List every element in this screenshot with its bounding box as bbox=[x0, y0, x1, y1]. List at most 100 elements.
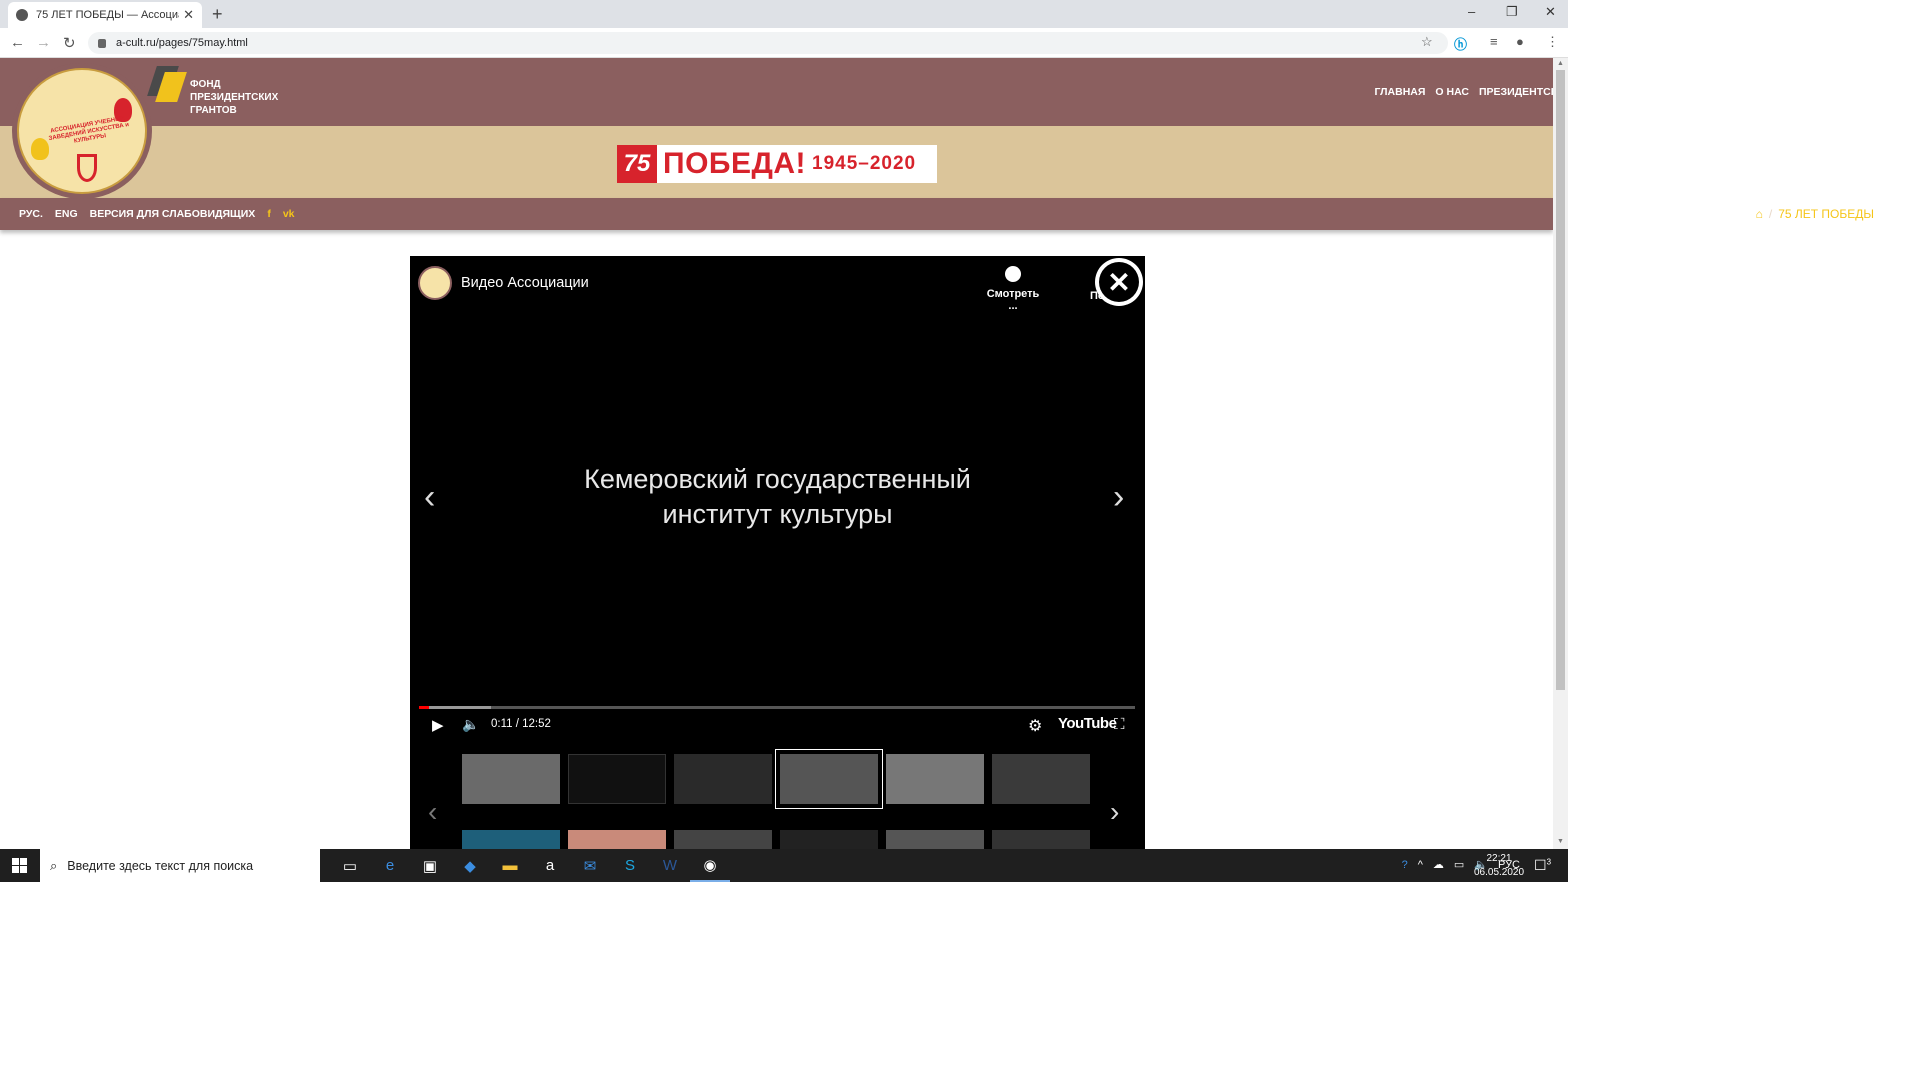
playlist-thumbnail-selected[interactable] bbox=[775, 749, 883, 809]
next-arrow-icon[interactable]: › bbox=[1113, 478, 1124, 517]
tray-chevron-icon[interactable]: ^ bbox=[1418, 859, 1423, 871]
notification-count: 3 bbox=[1546, 857, 1552, 867]
playlist-thumbnail[interactable] bbox=[462, 754, 560, 804]
facebook-icon[interactable]: f bbox=[267, 208, 271, 220]
playlist-thumbnail[interactable] bbox=[780, 830, 878, 849]
accessibility-link[interactable]: ВЕРСИЯ ДЛЯ СЛАБОВИДЯЩИХ bbox=[90, 208, 256, 220]
logo-text: АССОЦИАЦИЯ УЧЕБНЫХ ЗАВЕДЕНИЙ ИСКУССТВА и… bbox=[48, 115, 130, 145]
caption-line-2: институт культуры bbox=[662, 499, 893, 529]
watch-later-button[interactable]: Смотреть ... bbox=[981, 266, 1045, 312]
network-icon[interactable]: ▭ bbox=[1454, 858, 1464, 871]
forward-icon[interactable]: → bbox=[36, 34, 51, 51]
presidential-grants-fund-logo[interactable]: ФОНД ПРЕЗИДЕНТСКИХ ГРАНТОВ bbox=[147, 66, 279, 117]
scroll-down-icon[interactable]: ▼ bbox=[1557, 838, 1564, 845]
lang-en[interactable]: ENG bbox=[55, 208, 78, 220]
notifications-button[interactable]: ☐3 bbox=[1534, 857, 1551, 874]
thumbs-next-icon[interactable]: › bbox=[1110, 796, 1119, 828]
chrome-icon[interactable]: ◉ bbox=[690, 849, 730, 882]
page-scrollbar[interactable]: ▲ ▼ bbox=[1553, 58, 1568, 849]
nav-about[interactable]: О НАС bbox=[1435, 86, 1469, 98]
help-icon[interactable]: ? bbox=[1402, 859, 1408, 871]
channel-avatar[interactable] bbox=[418, 266, 452, 300]
channel-name[interactable]: Видео Ассоциации bbox=[461, 275, 589, 291]
store-icon[interactable]: ▣ bbox=[410, 849, 450, 882]
nav-grant[interactable]: ПРЕЗИДЕНТСКИЙ ГРАНТ bbox=[1479, 86, 1609, 98]
home-icon[interactable]: ⌂ bbox=[1756, 207, 1763, 221]
playlist-thumbnail[interactable] bbox=[992, 830, 1090, 849]
hp-extension-icon[interactable]: ⓗ bbox=[1454, 34, 1467, 53]
restore-icon[interactable]: ❐ bbox=[1506, 4, 1518, 20]
windows-start-icon[interactable] bbox=[12, 858, 27, 873]
fullscreen-icon[interactable]: ⛶ bbox=[1114, 716, 1125, 733]
channel-info[interactable]: Видео Ассоциации bbox=[418, 266, 589, 300]
prev-arrow-icon[interactable]: ‹ bbox=[424, 478, 435, 517]
sub-nav: РУС. ENG ВЕРСИЯ ДЛЯ СЛАБОВИДЯЩИХ f vk bbox=[19, 208, 295, 220]
fund-mark-icon bbox=[147, 66, 187, 102]
search-icon: ⌕ bbox=[50, 857, 58, 873]
nav-news[interactable]: НОВОСТИ bbox=[1698, 86, 1751, 98]
back-icon[interactable]: ← bbox=[10, 34, 25, 51]
scrollbar-thumb[interactable] bbox=[1556, 70, 1565, 690]
video-progress-bar[interactable] bbox=[419, 706, 1135, 709]
lang-ru[interactable]: РУС. bbox=[19, 208, 43, 220]
taskbar-clock[interactable]: 22:21 06.05.2020 bbox=[1474, 852, 1524, 880]
play-icon[interactable]: ▶ bbox=[432, 716, 444, 734]
breadcrumb-separator: / bbox=[1768, 207, 1773, 221]
close-icon: ✕ bbox=[1099, 262, 1139, 302]
playlist-thumbnail[interactable] bbox=[674, 830, 772, 849]
close-tab-icon[interactable]: ✕ bbox=[183, 7, 194, 23]
nav-documents[interactable]: ДОКУМЕНТЫ bbox=[1619, 86, 1688, 98]
new-tab-icon[interactable]: + bbox=[212, 4, 223, 25]
taskbar-search-input[interactable]: ⌕ Введите здесь текст для поиска bbox=[40, 849, 320, 882]
minimize-icon[interactable]: – bbox=[1468, 4, 1475, 19]
browser-tab[interactable]: 75 ЛЕТ ПОБЕДЫ — Ассоциация ✕ bbox=[8, 2, 202, 28]
association-logo[interactable]: АССОЦИАЦИЯ УЧЕБНЫХ ЗАВЕДЕНИЙ ИСКУССТВА и… bbox=[12, 63, 152, 199]
playlist-thumbnail[interactable] bbox=[674, 754, 772, 804]
profile-icon[interactable]: ● bbox=[1516, 34, 1524, 49]
media-control-icon[interactable]: ≡ bbox=[1490, 34, 1498, 49]
nav-home[interactable]: ГЛАВНАЯ bbox=[1374, 86, 1425, 98]
taskbar-apps: ▭ e ▣ ◆ ▬ a ✉ S W ◉ bbox=[330, 849, 730, 882]
thumbs-prev-icon[interactable]: ‹ bbox=[428, 796, 437, 828]
vk-icon[interactable]: vk bbox=[283, 208, 295, 220]
amazon-icon[interactable]: a bbox=[530, 849, 570, 882]
edge-icon[interactable]: e bbox=[370, 849, 410, 882]
browser-tab-bar: 75 ЛЕТ ПОБЕДЫ — Ассоциация ✕ + – ❐ ✕ bbox=[0, 0, 1568, 28]
playlist-thumbnail[interactable] bbox=[886, 754, 984, 804]
playlist-thumbnails bbox=[462, 749, 1090, 809]
video-time: 0:11 / 12:52 bbox=[491, 718, 551, 730]
video-player[interactable]: Видео Ассоциации Смотреть ... Подели ✕ К… bbox=[410, 256, 1145, 849]
taskbar-time: 22:21 bbox=[1486, 853, 1512, 864]
nav-contacts[interactable]: КОНТАКТЫ bbox=[1823, 86, 1882, 98]
volume-icon[interactable]: 🔈 bbox=[462, 716, 479, 733]
breadcrumb-current: 75 ЛЕТ ПОБЕДЫ bbox=[1778, 207, 1874, 221]
menu-dots-icon[interactable]: ⋮ bbox=[1546, 34, 1559, 50]
skype-icon[interactable]: S bbox=[610, 849, 650, 882]
mail-icon[interactable]: ✉ bbox=[570, 849, 610, 882]
playlist-thumbnail[interactable] bbox=[992, 754, 1090, 804]
playlist-thumbnail[interactable] bbox=[462, 830, 560, 849]
playlist-thumbnail[interactable] bbox=[886, 830, 984, 849]
close-modal-button[interactable]: ✕ bbox=[1095, 258, 1143, 306]
dropbox-icon[interactable]: ◆ bbox=[450, 849, 490, 882]
settings-gear-icon[interactable]: ⚙ bbox=[1028, 716, 1042, 736]
youtube-logo[interactable]: YouTube bbox=[1058, 715, 1117, 732]
notification-icon: ☐ bbox=[1534, 857, 1547, 873]
nav-projects[interactable]: ПРОЕКТЫ bbox=[1760, 86, 1813, 98]
victory-number: 75 bbox=[617, 145, 657, 183]
word-icon[interactable]: W bbox=[650, 849, 690, 882]
onedrive-icon[interactable]: ☁ bbox=[1433, 858, 1444, 871]
windows-taskbar: ⌕ Введите здесь текст для поиска ▭ e ▣ ◆… bbox=[0, 849, 1568, 882]
playlist-thumbnail[interactable] bbox=[568, 830, 666, 849]
playlist-thumbnail[interactable] bbox=[568, 754, 666, 804]
url-input[interactable]: a-cult.ru/pages/75may.html bbox=[88, 32, 1448, 54]
bookmark-star-icon[interactable]: ☆ bbox=[1421, 34, 1433, 50]
close-window-icon[interactable]: ✕ bbox=[1545, 4, 1556, 20]
fund-name: ФОНД ПРЕЗИДЕНТСКИХ ГРАНТОВ bbox=[190, 79, 279, 116]
task-view-icon[interactable]: ▭ bbox=[330, 849, 370, 882]
search-placeholder: Введите здесь текст для поиска bbox=[67, 858, 254, 873]
file-explorer-icon[interactable]: ▬ bbox=[490, 849, 530, 882]
progress-buffered bbox=[419, 706, 491, 709]
scroll-up-icon[interactable]: ▲ bbox=[1557, 60, 1564, 67]
reload-icon[interactable]: ↻ bbox=[63, 34, 76, 52]
